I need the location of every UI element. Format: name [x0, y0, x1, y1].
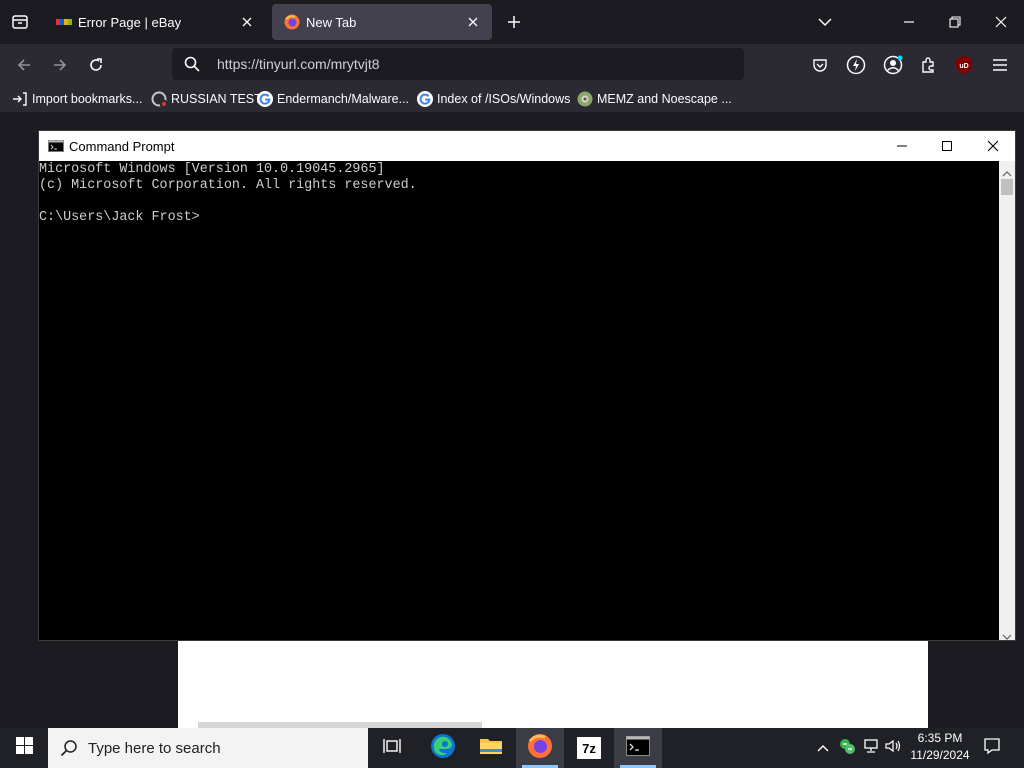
windows-logo-icon	[15, 737, 33, 759]
search-icon	[60, 739, 78, 757]
list-tabs-chevron-icon[interactable]	[814, 12, 836, 32]
command-prompt-window[interactable]: Command Prompt Microsoft Windows [Versio…	[38, 130, 1016, 641]
scroll-down-icon[interactable]	[1002, 628, 1012, 646]
cmd-minimize-icon[interactable]	[879, 131, 925, 161]
firefox-view-icon[interactable]	[8, 10, 32, 34]
edge-icon	[430, 733, 456, 764]
notification-icon	[983, 737, 1001, 760]
taskbar-edge[interactable]	[419, 728, 467, 768]
clock-date: 11/29/2024	[910, 748, 970, 762]
firefox-icon	[284, 14, 300, 30]
console-prompt: C:\Users\Jack Frost>	[39, 210, 200, 225]
bookmark-label: Endermanch/Malware...	[277, 92, 410, 106]
close-window-icon[interactable]	[988, 10, 1014, 34]
tray-sync-button[interactable]	[836, 728, 858, 768]
bookmark-label: Index of /ISOs/Windows	[437, 92, 571, 106]
ublock-origin-icon[interactable]: uD	[952, 53, 976, 77]
url-text[interactable]: https://tinyurl.com/mrytvjt8	[217, 56, 380, 72]
volume-icon	[884, 738, 902, 759]
bookmark-label: Import bookmarks...	[32, 92, 143, 106]
ebay-icon	[56, 14, 72, 30]
menu-icon[interactable]	[988, 53, 1012, 77]
cmd-scrollbar[interactable]	[999, 161, 1015, 640]
cmd-close-icon[interactable]	[970, 131, 1016, 161]
cmd-console-output[interactable]: Microsoft Windows [Version 10.0.19045.29…	[39, 161, 999, 641]
cmd-maximize-icon[interactable]	[924, 131, 970, 161]
memz-icon	[577, 91, 593, 107]
bookmark-isos-windows[interactable]: Index of /ISOs/Windows	[417, 90, 570, 108]
cmd-icon	[48, 140, 64, 155]
task-view-button[interactable]	[368, 728, 416, 768]
account-icon[interactable]	[880, 52, 906, 78]
chevron-up-icon	[817, 739, 829, 757]
sync-shield-icon	[838, 737, 856, 760]
task-view-icon	[382, 737, 402, 760]
taskbar-firefox[interactable]	[516, 728, 564, 768]
taskbar-7zip[interactable]: 7z	[565, 728, 613, 768]
close-tab-icon[interactable]	[464, 13, 482, 31]
console-line: Microsoft Windows [Version 10.0.19045.29…	[39, 162, 385, 177]
taskbar-clock[interactable]: 6:35 PM 11/29/2024	[904, 730, 976, 766]
taskbar-command-prompt[interactable]	[614, 728, 662, 768]
scroll-thumb[interactable]	[1001, 179, 1013, 195]
cmd-title-bar[interactable]: Command Prompt	[39, 131, 1015, 161]
search-placeholder: Type here to search	[88, 739, 221, 757]
taskbar-file-explorer[interactable]	[467, 728, 515, 768]
google-icon	[257, 91, 273, 107]
pocket-icon[interactable]	[808, 53, 832, 77]
tab-title: New Tab	[306, 14, 357, 30]
extensions-icon[interactable]	[916, 52, 942, 78]
network-icon	[862, 738, 880, 759]
bookmark-import[interactable]: Import bookmarks...	[12, 90, 142, 108]
search-icon	[184, 56, 200, 77]
taskbar-search-box[interactable]: Type here to search	[48, 728, 368, 768]
bookmark-label: RUSSIAN TEST	[171, 92, 262, 106]
console-line: (c) Microsoft Corporation. All rights re…	[39, 178, 417, 193]
tray-volume-button[interactable]	[882, 728, 904, 768]
forward-icon[interactable]	[48, 53, 72, 77]
import-icon	[12, 91, 28, 107]
cmd-title: Command Prompt	[69, 139, 175, 154]
7zip-icon: 7z	[577, 737, 601, 759]
bookmark-endermanch[interactable]: Endermanch/Malware...	[257, 90, 409, 108]
show-hidden-icons-button[interactable]	[812, 728, 834, 768]
bookmarks-toolbar: Import bookmarks... RUSSIAN TEST Enderma…	[0, 86, 1024, 112]
google-icon	[417, 91, 433, 107]
cmd-icon	[626, 735, 650, 761]
back-icon[interactable]	[12, 53, 36, 77]
svg-text:uD: uD	[959, 63, 968, 70]
bookmark-russian-test[interactable]: RUSSIAN TEST	[151, 90, 262, 108]
minimize-icon[interactable]	[896, 10, 922, 34]
restore-icon[interactable]	[942, 10, 968, 34]
reload-icon[interactable]	[84, 53, 108, 77]
file-explorer-icon	[479, 736, 503, 761]
extension-circle-icon[interactable]	[843, 52, 869, 78]
start-button[interactable]	[0, 728, 48, 768]
url-bar[interactable]: https://tinyurl.com/mrytvjt8	[172, 48, 744, 80]
notifications-button[interactable]	[978, 728, 1006, 768]
firefox-icon	[527, 733, 553, 764]
tab-bar: Error Page | eBay New Tab	[0, 0, 1024, 44]
new-tab-icon[interactable]	[504, 12, 524, 32]
russian-site-icon	[151, 91, 167, 107]
tab-title: Error Page | eBay	[78, 14, 182, 30]
close-tab-icon[interactable]	[238, 13, 256, 31]
tab-ebay[interactable]: Error Page | eBay	[44, 4, 266, 40]
tab-new-tab[interactable]: New Tab	[272, 4, 492, 40]
clock-time: 6:35 PM	[917, 731, 963, 745]
taskbar: Type here to search 7z 6:35 PM 11/29/202…	[0, 728, 1024, 768]
tray-network-button[interactable]	[860, 728, 882, 768]
bookmark-memz-noescape[interactable]: MEMZ and Noescape ...	[577, 90, 732, 108]
bookmark-label: MEMZ and Noescape ...	[597, 92, 732, 106]
navigation-toolbar: https://tinyurl.com/mrytvjt8 uD	[0, 44, 1024, 86]
